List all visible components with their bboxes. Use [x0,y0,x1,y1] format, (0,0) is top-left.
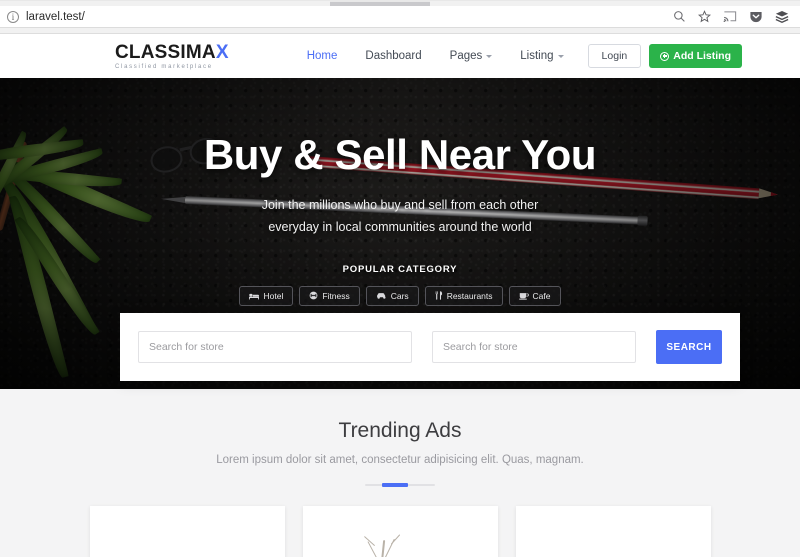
browser-chrome: i laravel.test/ [0,0,800,34]
section-divider [365,483,435,487]
nav-item-home-label: Home [306,50,338,62]
trending-ads-section: Trending Ads Lorem ipsum dolor sit amet,… [0,389,800,557]
category-chip-cars-label: Cars [390,290,409,301]
add-listing-label: Add Listing [673,50,731,62]
dumbbell-circle-icon [309,291,318,300]
category-chip-fitness[interactable]: Fitness [299,285,360,306]
search-icon[interactable] [673,10,686,23]
listing-card-desk-laptop-image [515,506,711,557]
category-chip-cars[interactable]: Cars [365,285,419,306]
hero-subtitle-line-1: Join the millions who buy and sell from … [261,198,539,213]
category-chip-hotel-label: Hotel [263,290,284,301]
hero-title: Buy & Sell Near You [203,131,597,178]
fork-knife-icon [435,291,443,300]
nav-item-home[interactable]: Home [307,50,338,62]
main-nav: Home Dashboard Pages Listing [307,50,564,62]
listing-card-mirror-decor-image [302,506,498,557]
pocket-icon[interactable] [749,10,763,24]
search-input-location[interactable] [431,331,636,363]
chevron-down-icon [557,55,564,58]
nav-item-pages-label: Pages [449,50,483,62]
category-chip-cafe-label: Cafe [532,290,551,301]
browser-tabstrip-empty [430,1,800,6]
logo-accent-letter: X [215,41,229,63]
browser-toolbar-icons [673,10,793,24]
search-panel: SEARCH [120,313,740,381]
popular-category-label: POPULAR CATEGORY [342,263,458,275]
nav-item-dashboard[interactable]: Dashboard [365,50,421,62]
category-chip-hotel[interactable]: Hotel [239,285,294,306]
chevron-down-icon [486,55,493,58]
category-chip-fitness-label: Fitness [322,290,350,301]
logo-tagline: Classified marketplace [115,63,213,70]
car-icon [376,292,387,300]
nav-item-listing[interactable]: Listing [520,50,564,62]
logo-wordmark: CLASSIMAX [115,43,229,62]
trending-subtitle: Lorem ipsum dolor sit amet, consectetur … [216,454,584,466]
listing-card-desk-laptop[interactable] [515,506,711,557]
bookmark-star-icon[interactable] [698,10,711,23]
nav-item-pages[interactable]: Pages [450,50,493,62]
listing-card-black-bag[interactable] [89,506,285,557]
login-button[interactable]: Login [587,44,642,68]
category-chip-list: Hotel Fitness Cars Restaurants Cafe [239,285,561,306]
browser-tab-active[interactable] [0,1,330,6]
url-text[interactable]: laravel.test/ [26,11,673,23]
category-chip-restaurants[interactable]: Restaurants [424,285,503,306]
browser-urlbar[interactable]: i laravel.test/ [0,6,800,27]
hero-subtitle: Join the millions who buy and sell from … [262,195,539,239]
site-header: CLASSIMAX Classified marketplace Home Da… [0,34,800,78]
browser-tabstrip [0,0,800,6]
layers-stack-icon[interactable] [775,10,789,24]
browser-tab-inactive[interactable] [330,2,430,6]
add-listing-button[interactable]: Add Listing [649,44,742,68]
coffee-cup-icon [518,292,529,300]
search-button[interactable]: SEARCH [656,330,722,364]
listing-card-black-bag-image [89,506,285,557]
site-logo[interactable]: CLASSIMAX Classified marketplace [115,43,229,70]
nav-item-listing-label: Listing [520,50,554,62]
category-chip-cafe[interactable]: Cafe [508,285,561,306]
nav-item-dashboard-label: Dashboard [365,50,422,62]
category-chip-restaurants-label: Restaurants [446,290,493,301]
logo-main-text: CLASSIMA [115,41,216,63]
listing-card-mirror-decor[interactable] [302,506,498,557]
hero-subtitle-line-2: everyday in local communities around the… [268,219,532,234]
search-input-keyword[interactable] [138,331,412,363]
trending-title: Trending Ads [338,419,462,442]
bed-icon [249,292,260,300]
cast-icon[interactable] [723,10,737,23]
trending-card-list [0,506,800,557]
plus-circle-icon [660,51,670,61]
info-circle-icon[interactable]: i [7,10,19,23]
header-actions: Login Add Listing [587,44,742,68]
